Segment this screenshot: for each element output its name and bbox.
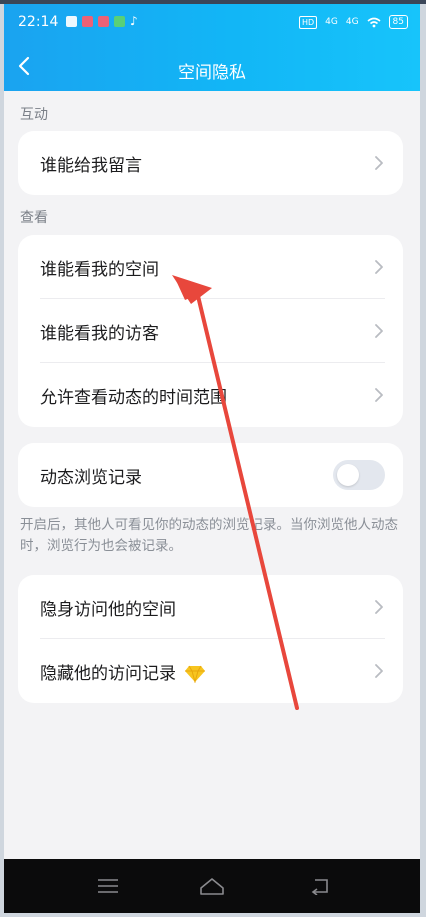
diamond-icon — [185, 665, 205, 683]
row-who-can-view-space[interactable]: 谁能看我的空间 — [18, 235, 403, 299]
notification-icons: ♪ — [66, 14, 138, 28]
section-label-view: 查看 — [20, 210, 48, 226]
chevron-right-icon — [375, 324, 383, 338]
home-button[interactable] — [198, 873, 226, 899]
game-icon — [114, 16, 125, 27]
browse-record-description: 开启后，其他人可看见你的动态的浏览记录。当你浏览他人动态时，浏览行为也会被记录。 — [20, 517, 398, 554]
browse-record-toggle[interactable] — [333, 460, 385, 490]
wifi-icon — [367, 17, 381, 27]
phone-screen: 22:14 ♪ HD 4G 4G 85 空间隐私 互动 谁能给我留言 查看 谁能… — [4, 4, 420, 913]
row-browse-record: 动态浏览记录 — [18, 443, 403, 507]
signal-1-label: 4G — [325, 17, 338, 27]
chevron-right-icon — [375, 156, 383, 170]
stealth-card: 隐身访问他的空间 隐藏他的访问记录 — [18, 575, 403, 703]
system-nav-bar — [4, 859, 420, 913]
status-time: 22:14 — [18, 14, 59, 30]
browse-record-card: 动态浏览记录 — [18, 443, 403, 507]
row-label: 允许查看动态的时间范围 — [40, 387, 227, 408]
signal-2-label: 4G — [345, 17, 359, 27]
message-icon — [66, 16, 77, 27]
view-card: 谁能看我的空间 谁能看我的访客 允许查看动态的时间范围 — [18, 235, 403, 427]
row-label: 隐身访问他的空间 — [40, 599, 176, 620]
row-hide-visit-record[interactable]: 隐藏他的访问记录 — [18, 639, 403, 703]
row-feed-time-range[interactable]: 允许查看动态的时间范围 — [18, 363, 403, 427]
chevron-right-icon — [375, 388, 383, 402]
app-notification-icon — [82, 16, 93, 27]
page-title: 空间隐私 — [178, 63, 246, 83]
row-label: 谁能看我的空间 — [40, 259, 159, 280]
chevron-right-icon — [375, 260, 383, 274]
tiktok-icon: ♪ — [130, 14, 138, 28]
news-icon — [98, 16, 109, 27]
row-stealth-visit[interactable]: 隐身访问他的空间 — [18, 575, 403, 639]
chevron-right-icon — [375, 664, 383, 678]
home-icon — [200, 878, 224, 895]
row-label-wrap: 隐藏他的访问记录 — [40, 659, 206, 684]
status-right: HD 4G 4G 85 — [298, 15, 408, 29]
chevron-right-icon — [375, 600, 383, 614]
status-bar: 22:14 ♪ HD 4G 4G 85 — [4, 4, 420, 40]
hd-badge: HD — [298, 15, 318, 29]
battery-indicator: 85 — [388, 15, 408, 29]
row-who-can-message[interactable]: 谁能给我留言 — [18, 131, 403, 195]
row-label: 隐藏他的访问记录 — [40, 663, 176, 684]
section-label-interaction: 互动 — [20, 107, 48, 123]
back-nav-icon — [311, 879, 328, 895]
row-label: 动态浏览记录 — [40, 467, 142, 488]
row-who-can-view-visitors[interactable]: 谁能看我的访客 — [18, 299, 403, 363]
app-header: 22:14 ♪ HD 4G 4G 85 空间隐私 — [4, 4, 420, 91]
row-label: 谁能给我留言 — [40, 155, 142, 176]
row-label: 谁能看我的访客 — [40, 323, 159, 344]
back-nav-button[interactable] — [306, 873, 334, 899]
toggle-knob — [337, 464, 359, 486]
menu-icon — [98, 879, 118, 893]
menu-button[interactable] — [94, 873, 122, 899]
interaction-card: 谁能给我留言 — [18, 131, 403, 195]
